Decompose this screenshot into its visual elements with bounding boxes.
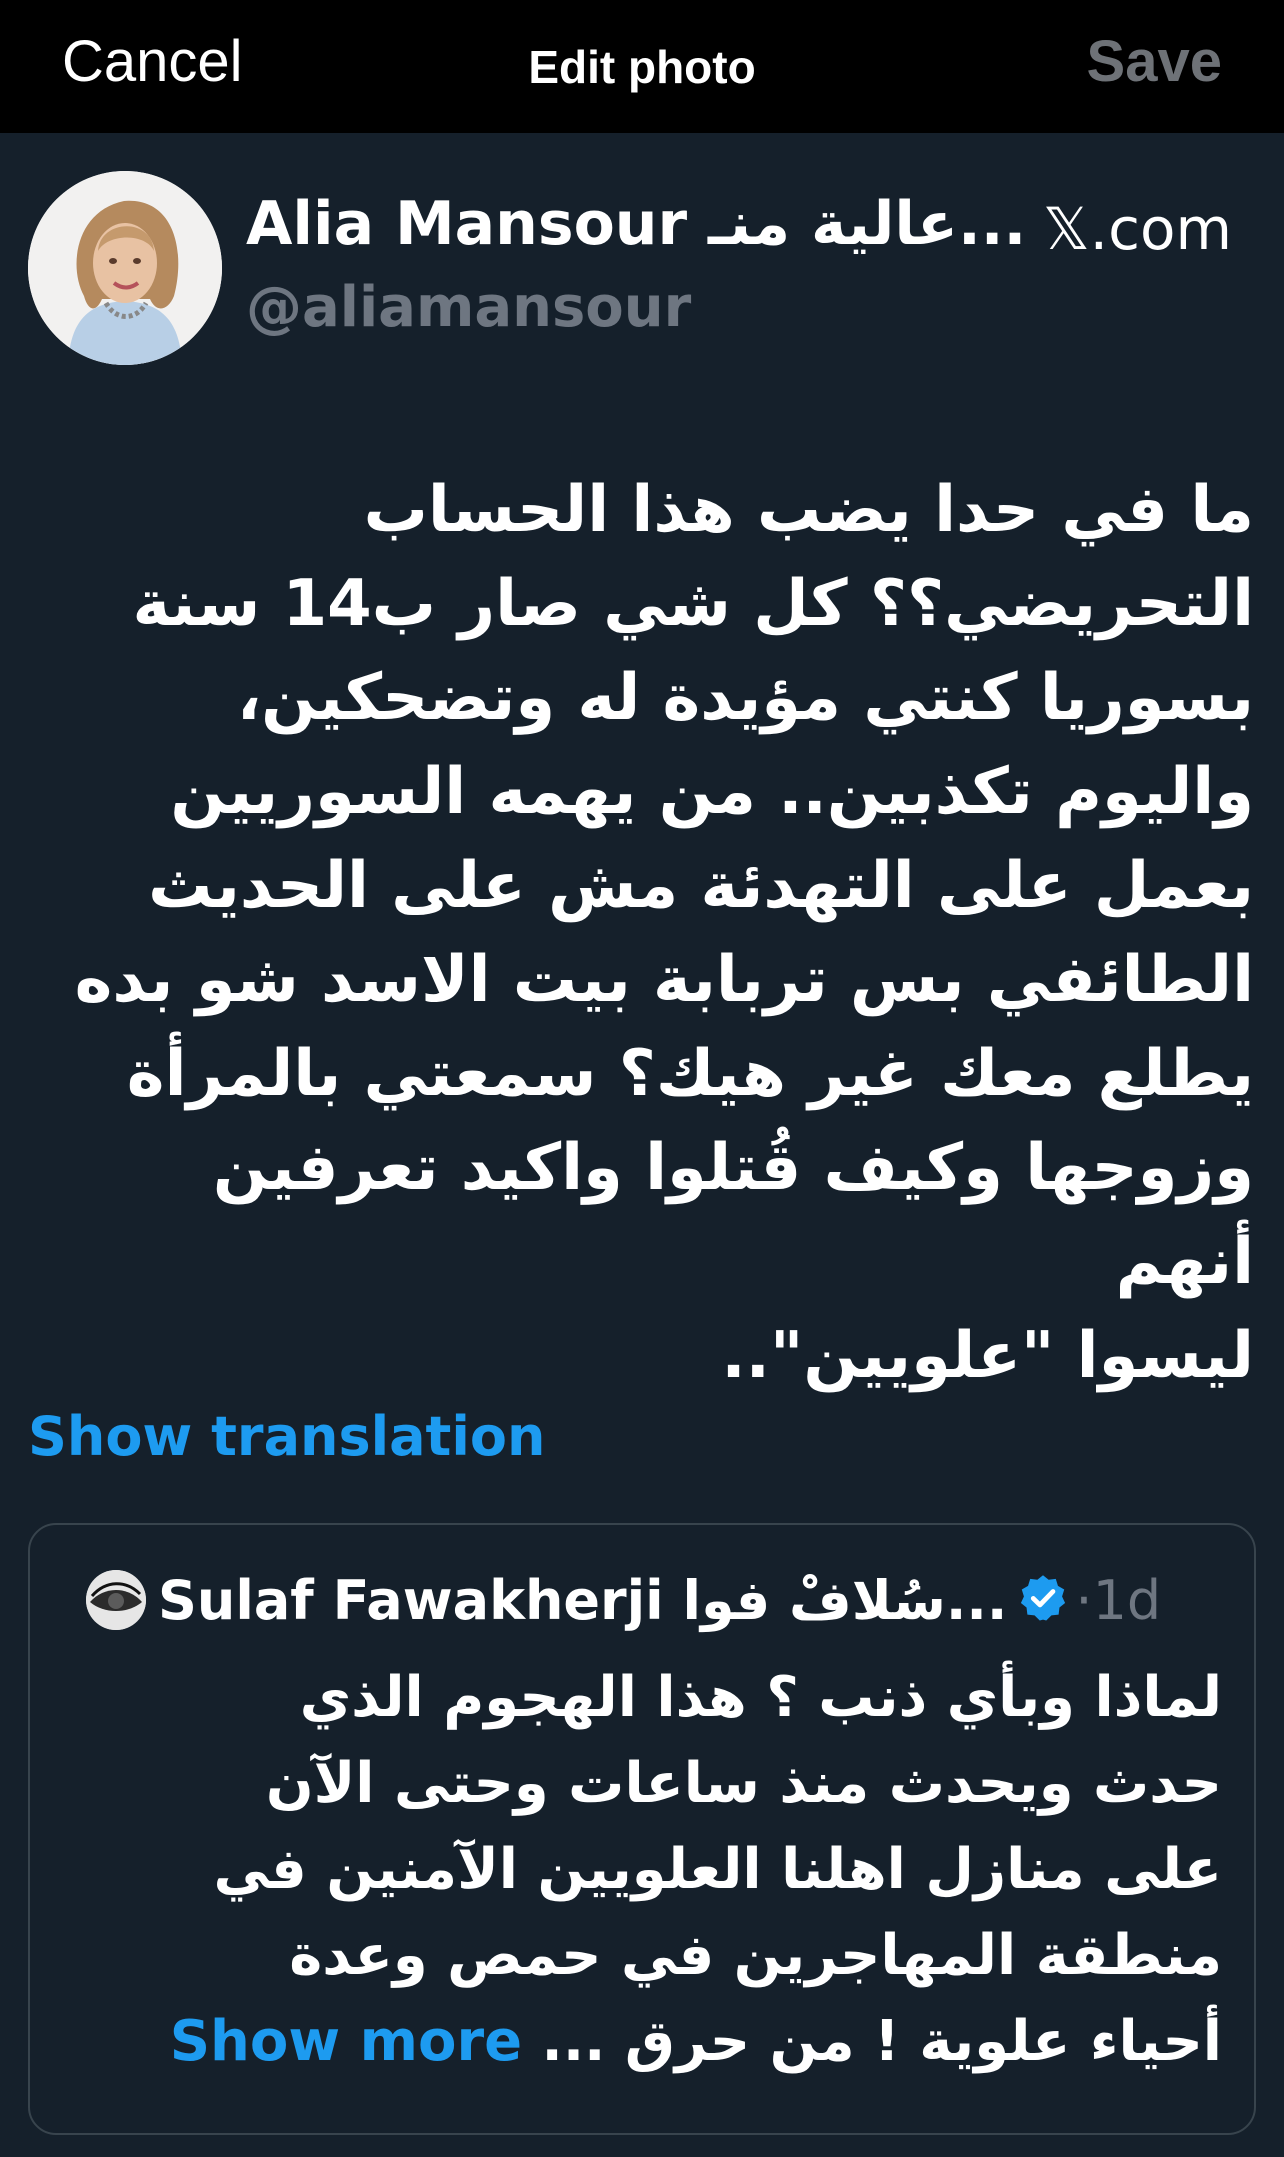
- tweet-line: يطلع معك غير هيك؟ سمعتي بالمرأة: [126, 1037, 1254, 1111]
- show-translation-link: Show translation: [28, 1405, 546, 1468]
- cancel-button[interactable]: Cancel: [62, 28, 243, 95]
- tweet-line: بسوريا كنتي مؤيدة له وتضحكين،: [236, 661, 1254, 735]
- quote-display-name: Sulaf Fawakherji سُلافْ فوا...: [158, 1568, 1008, 1632]
- save-button[interactable]: Save: [1087, 28, 1222, 95]
- eye-photo-icon: [86, 1570, 146, 1630]
- top-bar: Cancel Edit photo Save: [0, 0, 1284, 133]
- quote-line: حدث ويحدث منذ ساعات وحتى الآن: [265, 1751, 1222, 1816]
- separator-dot: ·: [1075, 1568, 1093, 1632]
- tweet-line: وزوجها وكيف قُتلوا واكيد تعرفين أنهم: [212, 1131, 1254, 1299]
- quote-line: على منازل اهلنا العلويين الآمنين في: [213, 1837, 1223, 1902]
- show-more-link: Show more: [169, 2009, 523, 2074]
- source-label: 𝕏.com: [1042, 195, 1232, 263]
- photo-canvas[interactable]: Alia Mansour عالية منـ... @aliamansour 𝕏…: [0, 133, 1284, 2157]
- quoted-tweet-card: Sulaf Fawakherji سُلافْ فوا... · 1d لماذ…: [28, 1523, 1256, 2135]
- quote-header: Sulaf Fawakherji سُلافْ فوا... · 1d: [86, 1565, 1216, 1635]
- tweet-body: ما في حدا يضب هذا الحساب التحريضي؟؟ كل ش…: [58, 463, 1254, 1403]
- handle: @aliamansour: [246, 275, 692, 340]
- quote-body: لماذا وبأي ذنب ؟ هذا الهجوم الذي حدث ويح…: [86, 1655, 1222, 2085]
- avatar: [28, 171, 222, 365]
- tweet-line: ليسوا "علويين"..: [721, 1319, 1254, 1393]
- quote-avatar: [86, 1570, 146, 1630]
- tweet-line: الطائفي بس تربابة بيت الاسد شو بده: [74, 943, 1254, 1017]
- tweet-line: ما في حدا يضب هذا الحساب: [363, 473, 1254, 547]
- quote-line: منطقة المهاجرين في حمص وعدة: [289, 1923, 1222, 1988]
- quote-line-last: أحياء علوية ! من حرق ... Show more: [86, 1999, 1222, 2085]
- tweet-line: التحريضي؟؟ كل شي صار ب14 سنة: [132, 567, 1254, 641]
- tweet-line: بعمل على التهدئة مش على الحديث: [148, 849, 1254, 923]
- verified-badge-icon: [1017, 1572, 1069, 1628]
- quote-timestamp: 1d: [1092, 1568, 1162, 1632]
- tweet-line: واليوم تكذبين.. من يهمه السوريين: [170, 755, 1254, 829]
- quote-line: أحياء علوية ! من حرق ...: [541, 2009, 1222, 2074]
- quote-line: لماذا وبأي ذنب ؟ هذا الهجوم الذي: [299, 1665, 1222, 1730]
- display-name: Alia Mansour عالية منـ...: [246, 189, 1027, 259]
- profile-photo-icon: [28, 171, 222, 365]
